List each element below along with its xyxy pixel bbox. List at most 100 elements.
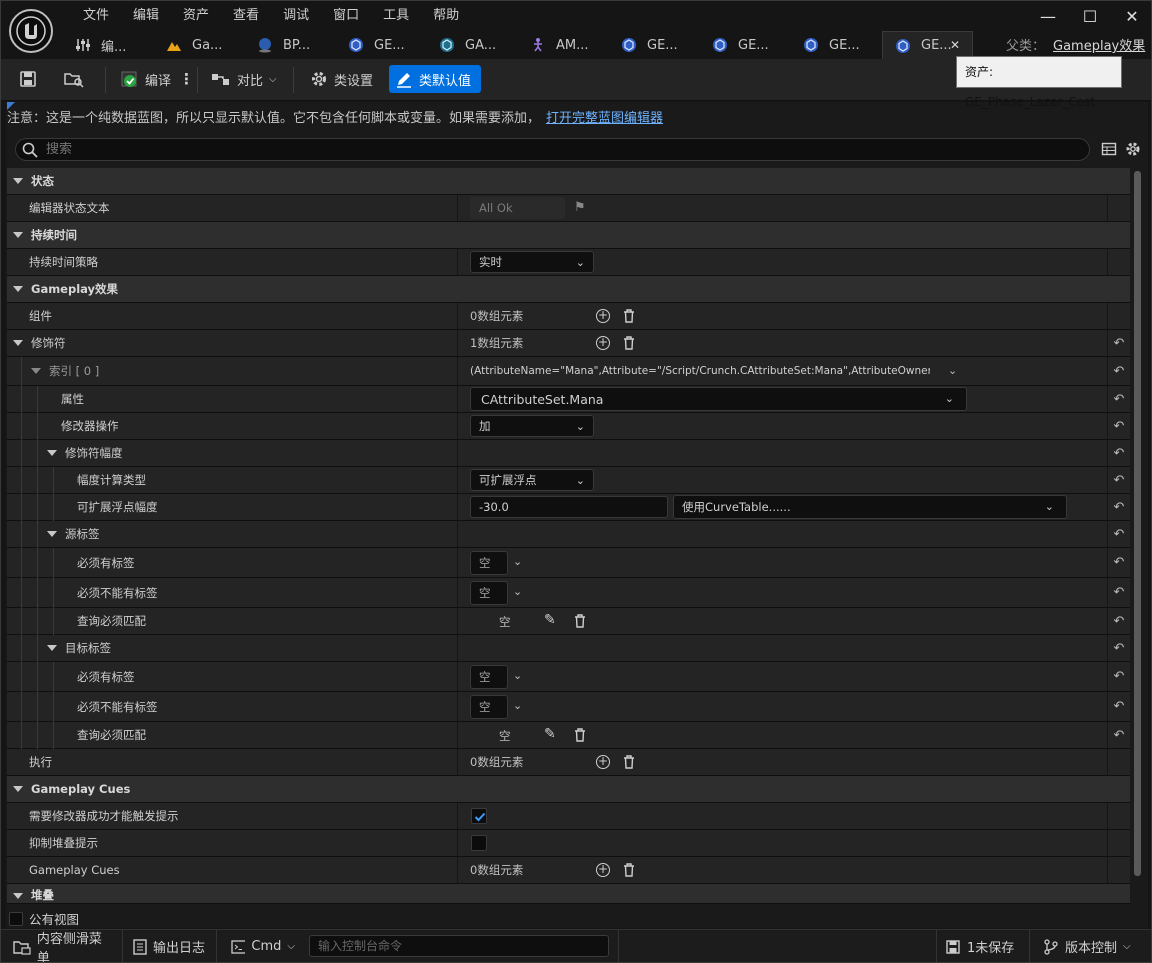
duration-policy-dropdown[interactable]: 实时 ⌄ — [470, 251, 594, 273]
settings-gear-icon[interactable] — [1125, 141, 1141, 157]
chevron-down-icon[interactable]: ⌄ — [513, 555, 522, 568]
compile-button[interactable]: 编译 — [113, 65, 177, 93]
category-gameplay-effect[interactable]: Gameplay效果 — [7, 276, 1130, 303]
reset-to-default-icon[interactable]: ↶ — [1107, 578, 1130, 607]
tab-ga[interactable]: GA... — [427, 31, 518, 59]
tab-ge-4[interactable]: GE... — [791, 31, 882, 59]
open-full-editor-link[interactable]: 打开完整蓝图编辑器 — [546, 111, 663, 126]
modifier-op-dropdown[interactable]: 加 ⌄ — [470, 415, 594, 437]
expand-arrow-icon[interactable] — [13, 786, 23, 792]
expand-arrow-icon[interactable] — [47, 531, 57, 537]
diff-button[interactable]: 对比 ⌵ — [205, 65, 283, 93]
trash-icon[interactable] — [623, 755, 635, 769]
reset-to-default-icon[interactable]: ↶ — [1107, 722, 1130, 748]
class-defaults-button[interactable]: 类默认值 — [389, 65, 481, 93]
table-view-icon[interactable] — [1101, 141, 1117, 157]
search-input[interactable] — [46, 142, 1046, 157]
tag-container-field[interactable]: 空 — [470, 665, 508, 689]
class-settings-button[interactable]: 类设置 — [304, 65, 379, 93]
minimize-button[interactable]: — — [1027, 1, 1069, 31]
suppress-stacking-checkbox[interactable] — [471, 835, 487, 851]
content-drawer-button[interactable]: 内容侧滑菜单 — [5, 930, 123, 962]
category-duration[interactable]: 持续时间 — [7, 222, 1130, 249]
tab-bp[interactable]: BP... — [245, 31, 336, 59]
tag-container-field[interactable]: 空 — [470, 551, 508, 575]
trash-icon[interactable] — [574, 728, 586, 742]
calc-type-dropdown[interactable]: 可扩展浮点 ⌄ — [470, 469, 594, 491]
reset-to-default-icon[interactable]: ↶ — [1107, 635, 1130, 661]
category-gameplay-cues[interactable]: Gameplay Cues — [7, 776, 1130, 803]
edit-pencil-icon[interactable]: ✎ — [544, 612, 556, 628]
menu-asset[interactable]: 资产 — [171, 6, 221, 26]
public-view-checkbox[interactable] — [9, 911, 23, 926]
curve-table-dropdown[interactable]: 使用CurveTable...... ⌄ — [673, 495, 1067, 519]
expand-arrow-icon[interactable] — [31, 368, 41, 374]
reset-to-default-icon[interactable]: ↶ — [1107, 357, 1130, 385]
compile-options-button[interactable]: ⋮ — [173, 65, 200, 93]
edit-pencil-icon[interactable]: ✎ — [544, 726, 556, 742]
expand-arrow-icon[interactable] — [13, 340, 23, 346]
expand-arrow-icon[interactable] — [47, 450, 57, 456]
reset-to-default-icon[interactable]: ↶ — [1107, 330, 1130, 356]
menu-debug[interactable]: 调试 — [271, 6, 321, 26]
tab-editor[interactable]: 编... — [63, 31, 154, 59]
trash-icon[interactable] — [623, 336, 635, 350]
menu-tools[interactable]: 工具 — [371, 6, 421, 26]
attribute-dropdown[interactable]: CAttributeSet.Mana ⌄ — [470, 387, 967, 411]
reset-to-default-icon[interactable]: ↶ — [1107, 386, 1130, 412]
close-window-button[interactable]: ✕ — [1111, 1, 1151, 31]
reset-to-default-icon[interactable]: ↶ — [1107, 467, 1130, 493]
tab-ge-active[interactable]: GE... ✕ — [882, 31, 973, 59]
menu-view[interactable]: 查看 — [221, 6, 271, 26]
reset-to-default-icon[interactable]: ↶ — [1107, 608, 1130, 634]
expand-arrow-icon[interactable] — [13, 286, 23, 292]
save-button[interactable] — [13, 65, 43, 93]
trash-icon[interactable] — [623, 863, 635, 877]
unreal-logo-icon[interactable] — [9, 9, 53, 53]
trash-icon[interactable] — [623, 309, 635, 323]
reset-to-default-icon[interactable]: ↶ — [1107, 413, 1130, 439]
expand-arrow-icon[interactable] — [13, 232, 23, 238]
reset-to-default-icon[interactable]: ↶ — [1107, 440, 1130, 466]
add-element-icon[interactable]: + — [596, 863, 610, 877]
reset-to-default-icon[interactable]: ↶ — [1107, 494, 1130, 520]
chevron-down-icon[interactable]: ⌄ — [513, 669, 522, 682]
chevron-down-icon[interactable]: ⌄ — [513, 585, 522, 598]
category-stacking[interactable]: 堆叠 — [7, 884, 1130, 904]
reset-to-default-icon[interactable]: ↶ — [1107, 521, 1130, 547]
trash-icon[interactable] — [574, 614, 586, 628]
add-element-icon[interactable]: + — [596, 755, 610, 769]
menu-edit[interactable]: 编辑 — [121, 6, 171, 26]
tab-am[interactable]: AM... — [518, 31, 609, 59]
details-scrollbar[interactable] — [1134, 171, 1141, 876]
parent-class-link[interactable]: Gameplay效果 — [1053, 39, 1145, 54]
cmd-selector[interactable]: Cmd ⌵ — [223, 930, 303, 962]
tab-ga-level[interactable]: Ga... — [154, 31, 245, 59]
browse-button[interactable] — [57, 65, 91, 93]
chevron-down-icon[interactable]: ⌄ — [513, 699, 522, 712]
tab-ge-3[interactable]: GE... — [700, 31, 791, 59]
source-control-button[interactable]: 版本控制 ⌵ — [1035, 930, 1147, 962]
chevron-down-icon[interactable]: ⌄ — [948, 364, 957, 377]
require-success-checkbox[interactable] — [471, 808, 487, 824]
menu-help[interactable]: 帮助 — [421, 6, 471, 26]
tag-container-field[interactable]: 空 — [470, 695, 508, 719]
category-status[interactable]: 状态 — [7, 168, 1130, 195]
tab-ge-2[interactable]: GE... — [609, 31, 700, 59]
public-view-toggle[interactable]: 公有视图 — [9, 909, 79, 928]
scalable-float-input[interactable]: -30.0 — [470, 496, 668, 518]
expand-arrow-icon[interactable] — [13, 178, 23, 184]
reset-to-default-icon[interactable]: ↶ — [1107, 548, 1130, 577]
expand-arrow-icon[interactable] — [13, 893, 23, 899]
maximize-button[interactable]: ☐ — [1069, 1, 1111, 31]
output-log-button[interactable]: 输出日志 — [125, 930, 217, 962]
expand-arrow-icon[interactable] — [47, 645, 57, 651]
tag-container-field[interactable]: 空 — [470, 581, 508, 605]
add-element-icon[interactable]: + — [596, 309, 610, 323]
reset-to-default-icon[interactable]: ↶ — [1107, 692, 1130, 721]
search-box[interactable] — [15, 138, 1090, 161]
flag-icon[interactable]: ⚑ — [574, 200, 586, 215]
close-tab-icon[interactable]: ✕ — [950, 38, 960, 52]
tab-ge-1[interactable]: GE... — [336, 31, 427, 59]
menu-file[interactable]: 文件 — [71, 6, 121, 26]
